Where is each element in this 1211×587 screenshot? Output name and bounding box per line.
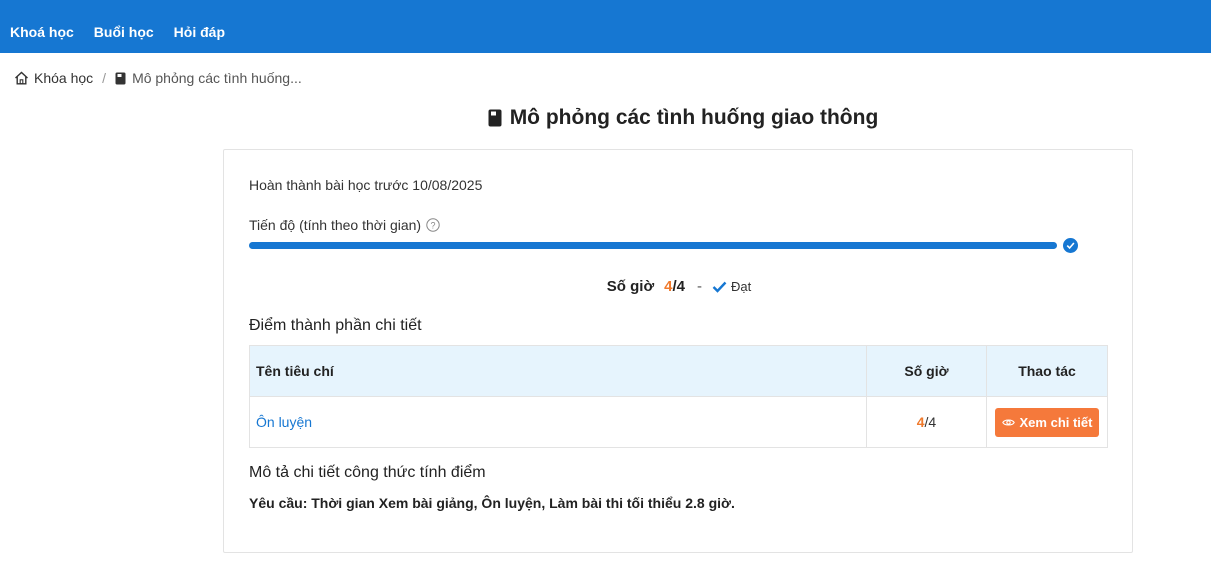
home-icon <box>15 71 28 85</box>
nav-item-sessions[interactable]: Buổi học <box>94 24 154 40</box>
eye-icon <box>1001 418 1015 426</box>
breadcrumb-current: Mô phỏng các tình huống... <box>115 70 302 86</box>
hours-done: 4 <box>664 278 673 295</box>
check-icon <box>712 281 727 293</box>
criteria-cell: Ôn luyện <box>250 397 867 447</box>
column-header-actions: Thao tác <box>1018 363 1076 379</box>
nav-item-courses[interactable]: Khoá học <box>10 24 74 40</box>
actions-cell: Xem chi tiết <box>987 397 1107 447</box>
course-progress-card: Hoàn thành bài học trước 10/08/2025 Tiến… <box>223 149 1133 553</box>
progress-complete-badge <box>1063 238 1078 253</box>
progress-fill <box>249 242 1057 249</box>
row-hours-total: /4 <box>924 414 937 430</box>
criteria-link[interactable]: Ôn luyện <box>256 414 312 430</box>
progress-bar <box>249 242 1057 249</box>
hours-dash: - <box>696 278 702 295</box>
table-header: Tên tiêu chí Số giờ Thao tác <box>250 346 1107 397</box>
hours-label: Số giờ <box>606 278 655 295</box>
column-header-hours: Số giờ <box>867 346 987 396</box>
breadcrumb-home[interactable]: Khóa học <box>14 70 93 86</box>
formula-section-title: Mô tả chi tiết công thức tính điểm <box>249 464 486 481</box>
main-nav: Khoá học Buổi học Hỏi đáp <box>10 24 225 40</box>
status-text: Đạt <box>730 279 752 294</box>
page-title: Mô phỏng các tình huống giao thông <box>0 106 1211 130</box>
components-table: Tên tiêu chí Số giờ Thao tác Ôn luyện 4 … <box>249 345 1108 448</box>
breadcrumb-separator: / <box>102 70 107 86</box>
components-section-title: Điểm thành phần chi tiết <box>249 317 422 334</box>
formula-requirement: Yêu cầu: Thời gian Xem bài giảng, Ôn luy… <box>249 495 735 511</box>
row-hours-done: 4 <box>916 414 925 430</box>
breadcrumb-home-label: Khóa học <box>34 70 94 86</box>
book-icon <box>115 72 126 84</box>
help-icon[interactable]: ? <box>426 218 440 232</box>
hours-cell: 4 /4 <box>867 397 987 447</box>
table-row: Ôn luyện 4 /4 Xem chi tiết <box>250 397 1107 447</box>
view-details-button[interactable]: Xem chi tiết <box>994 407 1100 437</box>
deadline-text: Hoàn thành bài học trước 10/08/2025 <box>249 177 483 193</box>
hours-summary: Số giờ 4 /4 - Đạt <box>224 278 1134 295</box>
top-navbar: Khoá học Buổi học Hỏi đáp <box>0 0 1211 53</box>
nav-item-qa[interactable]: Hỏi đáp <box>174 24 225 40</box>
progress-label: Tiến độ (tính theo thời gian) ? <box>249 217 440 233</box>
breadcrumb: Khóa học / Mô phỏng các tình huống... <box>14 70 302 86</box>
page-title-text: Mô phỏng các tình huống giao thông <box>509 106 879 129</box>
view-details-label: Xem chi tiết <box>1019 414 1093 430</box>
breadcrumb-current-label: Mô phỏng các tình huống... <box>132 70 302 86</box>
svg-text:?: ? <box>431 220 436 230</box>
column-header-criteria: Tên tiêu chí <box>250 346 867 396</box>
book-icon <box>488 109 502 127</box>
progress-label-text: Tiến độ (tính theo thời gian) <box>249 217 422 233</box>
status-badge: Đạt <box>712 279 751 294</box>
hours-total: /4 <box>672 278 685 295</box>
check-icon <box>1066 242 1075 250</box>
